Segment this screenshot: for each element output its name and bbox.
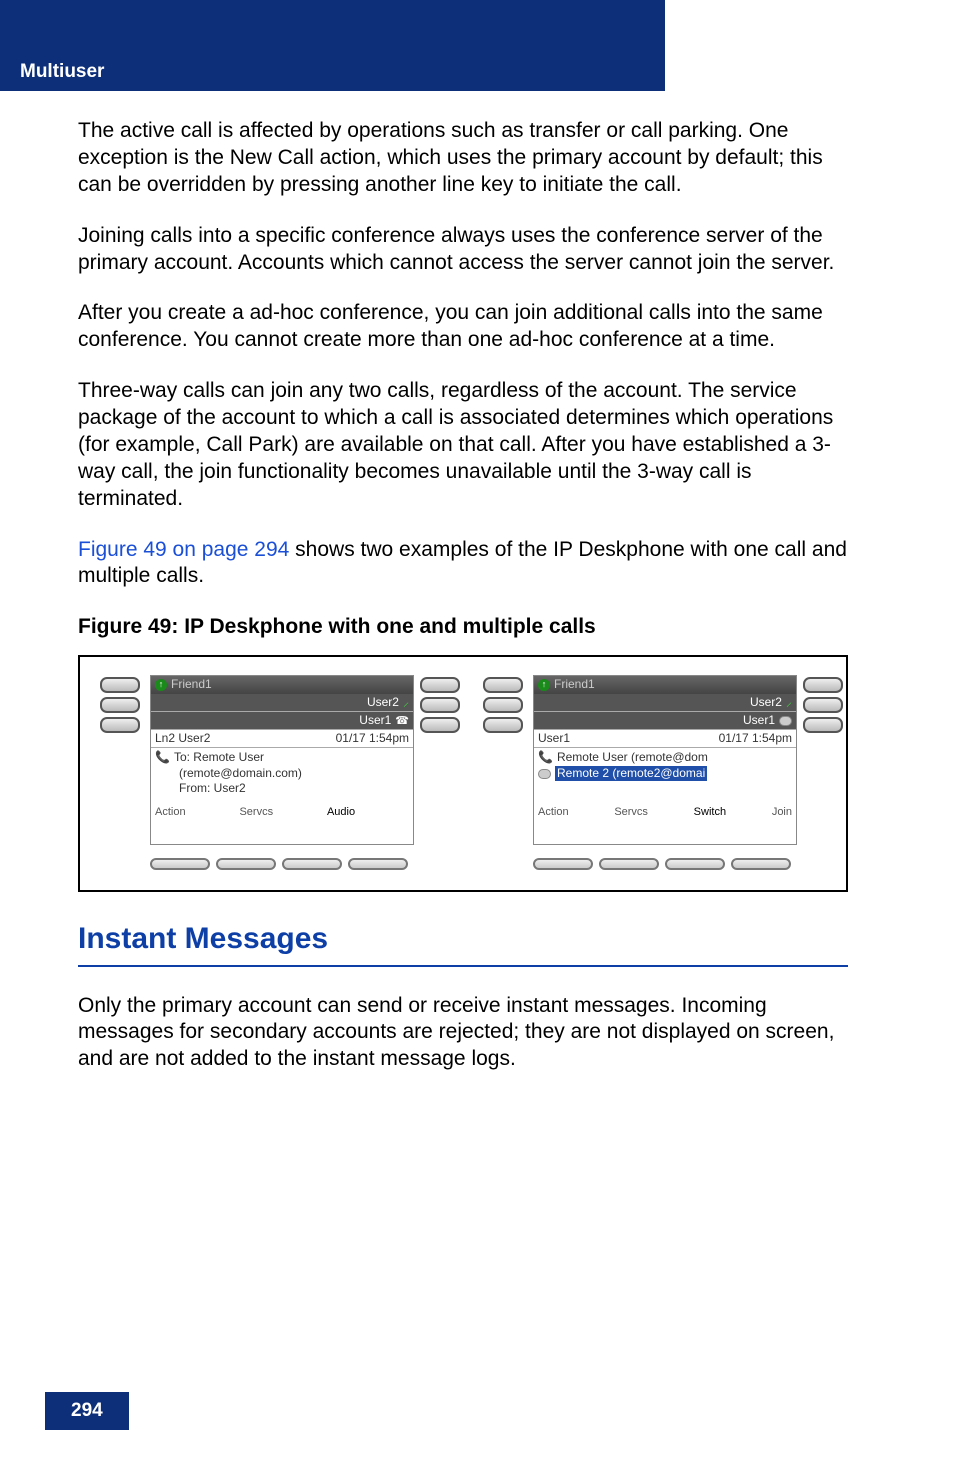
- phone-left-body-l2: (remote@domain.com): [179, 766, 302, 782]
- phone-right-line3: User1: [534, 712, 796, 730]
- side-key-l2: [483, 697, 523, 713]
- phone-right-screen: ↑ Friend1 User2 ⸝ User1 User1 01/17 1:54…: [533, 675, 797, 845]
- phone-right-sk2: Servcs: [614, 805, 648, 819]
- cloud-icon: [538, 769, 551, 779]
- phone-left: ↑ Friend1 User2 ⸝ User1 ☎ Ln2 User2 01/1…: [90, 675, 453, 870]
- softkey-slot: [533, 858, 593, 870]
- phone-right-sk4: Join: [772, 805, 792, 819]
- phone-left-body-l3: From: User2: [179, 781, 246, 797]
- softkey-slot: [348, 858, 408, 870]
- phone-right-bottom-keys: [533, 858, 791, 870]
- header-bar: Multiuser: [0, 53, 665, 91]
- phone-right-sk3: Switch: [694, 805, 726, 819]
- softkey-slot: [599, 858, 659, 870]
- top-blue-strip: [0, 0, 665, 53]
- softkey-slot: [216, 858, 276, 870]
- phone-right-sk1: Action: [538, 805, 569, 819]
- figure-box: ↑ Friend1 User2 ⸝ User1 ☎ Ln2 User2 01/1…: [78, 655, 848, 892]
- figure-caption: Figure 49: IP Deskphone with one and mul…: [78, 614, 848, 641]
- phone-left-titlebar: ↑ Friend1: [151, 676, 413, 694]
- phone-left-sk2: Servcs: [239, 805, 273, 819]
- phone-right-body-l2: Remote 2 (remote2@domai: [555, 766, 707, 782]
- cloud-icon: [779, 716, 792, 726]
- handset-icon: ⸝: [786, 695, 792, 710]
- side-key-l3: [100, 717, 140, 733]
- side-key-r2: [803, 697, 843, 713]
- side-key-l1: [483, 677, 523, 693]
- handset-off-icon: 📞: [538, 750, 553, 766]
- phone-left-body: 📞To: Remote User (remote@domain.com) Fro…: [151, 748, 413, 802]
- arrow-up-icon: ↑: [155, 679, 167, 691]
- phone-right-line3-label: User1: [743, 713, 775, 728]
- softkey-slot: [282, 858, 342, 870]
- paragraph-4: Three-way calls can join any two calls, …: [78, 378, 848, 512]
- arrow-up-icon: ↑: [538, 679, 550, 691]
- phone-left-status: Ln2 User2 01/17 1:54pm: [151, 730, 413, 748]
- phone-left-sk1: Action: [155, 805, 186, 819]
- phone-icon: ☎: [395, 714, 409, 728]
- phone-right-titlebar: ↑ Friend1: [534, 676, 796, 694]
- phone-right-status-right: 01/17 1:54pm: [719, 731, 792, 746]
- phone-right-body: 📞Remote User (remote@dom Remote 2 (remot…: [534, 748, 796, 802]
- content-area: The active call is affected by operation…: [78, 118, 848, 1097]
- phone-left-status-right: 01/17 1:54pm: [336, 731, 409, 746]
- phone-right-line2: User2 ⸝: [534, 694, 796, 712]
- side-key-r2: [420, 697, 460, 713]
- side-key-l1: [100, 677, 140, 693]
- phone-left-sk3: Audio: [327, 805, 355, 819]
- phone-right-title: Friend1: [554, 677, 595, 692]
- paragraph-5: Figure 49 on page 294 shows two examples…: [78, 537, 848, 591]
- phone-right-line2-label: User2: [750, 695, 782, 710]
- side-key-l3: [483, 717, 523, 733]
- paragraph-6: Only the primary account can send or rec…: [78, 993, 848, 1074]
- handset-off-icon: 📞: [155, 750, 170, 766]
- phone-left-line3-label: User1: [359, 713, 391, 728]
- phone-right-status: User1 01/17 1:54pm: [534, 730, 796, 748]
- phone-left-status-left: Ln2 User2: [155, 731, 210, 746]
- section-heading: Instant Messages: [78, 920, 848, 966]
- page-number: 294: [45, 1392, 129, 1430]
- phone-left-line2: User2 ⸝: [151, 694, 413, 712]
- side-key-r1: [803, 677, 843, 693]
- softkey-slot: [731, 858, 791, 870]
- paragraph-1: The active call is affected by operation…: [78, 118, 848, 199]
- softkey-slot: [150, 858, 210, 870]
- phone-left-line3: User1 ☎: [151, 712, 413, 730]
- side-key-r3: [420, 717, 460, 733]
- phone-left-line2-label: User2: [367, 695, 399, 710]
- phone-left-softkeys: Action Servcs Audio: [151, 804, 413, 820]
- softkey-slot: [665, 858, 725, 870]
- phone-right-softkeys: Action Servcs Switch Join: [534, 804, 796, 820]
- phone-left-bottom-keys: [150, 858, 408, 870]
- side-key-l2: [100, 697, 140, 713]
- paragraph-3: After you create a ad-hoc conference, yo…: [78, 300, 848, 354]
- handset-icon: ⸝: [403, 695, 409, 710]
- paragraph-2: Joining calls into a specific conference…: [78, 223, 848, 277]
- phone-right: ↑ Friend1 User2 ⸝ User1 User1 01/17 1:54…: [473, 675, 836, 870]
- phone-left-screen: ↑ Friend1 User2 ⸝ User1 ☎ Ln2 User2 01/1…: [150, 675, 414, 845]
- phone-right-body-l1: Remote User (remote@dom: [557, 750, 708, 766]
- side-key-r1: [420, 677, 460, 693]
- side-key-r3: [803, 717, 843, 733]
- phone-left-body-l1: To: Remote User: [174, 750, 264, 766]
- phone-left-title: Friend1: [171, 677, 212, 692]
- figure-link[interactable]: Figure 49 on page 294: [78, 538, 289, 561]
- phone-right-status-left: User1: [538, 731, 570, 746]
